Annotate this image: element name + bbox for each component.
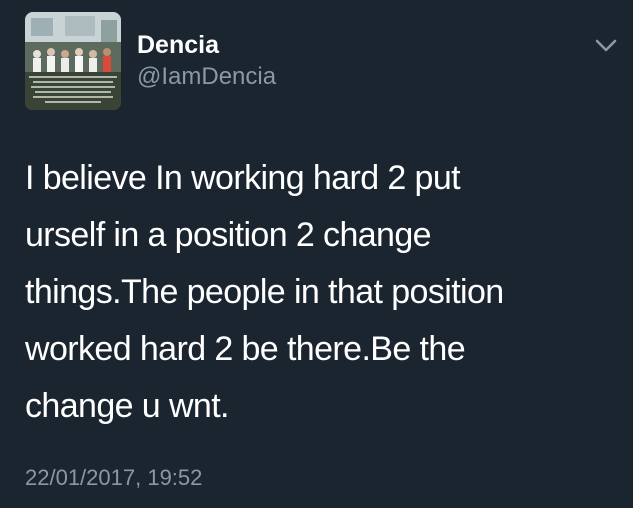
tweet-card: Dencia @IamDencia I believe In working h… xyxy=(0,0,633,508)
tweet-timestamp[interactable]: 22/01/2017, 19:52 xyxy=(25,463,202,493)
author-handle[interactable]: @IamDencia xyxy=(137,62,276,92)
tweet-text: I believe In working hard 2 put urself i… xyxy=(25,159,504,425)
tweet-menu-button[interactable] xyxy=(588,31,624,61)
avatar[interactable] xyxy=(25,12,121,110)
author-display-name[interactable]: Dencia xyxy=(137,30,219,60)
avatar-photo-icon xyxy=(25,12,121,110)
chevron-down-icon xyxy=(595,39,617,52)
